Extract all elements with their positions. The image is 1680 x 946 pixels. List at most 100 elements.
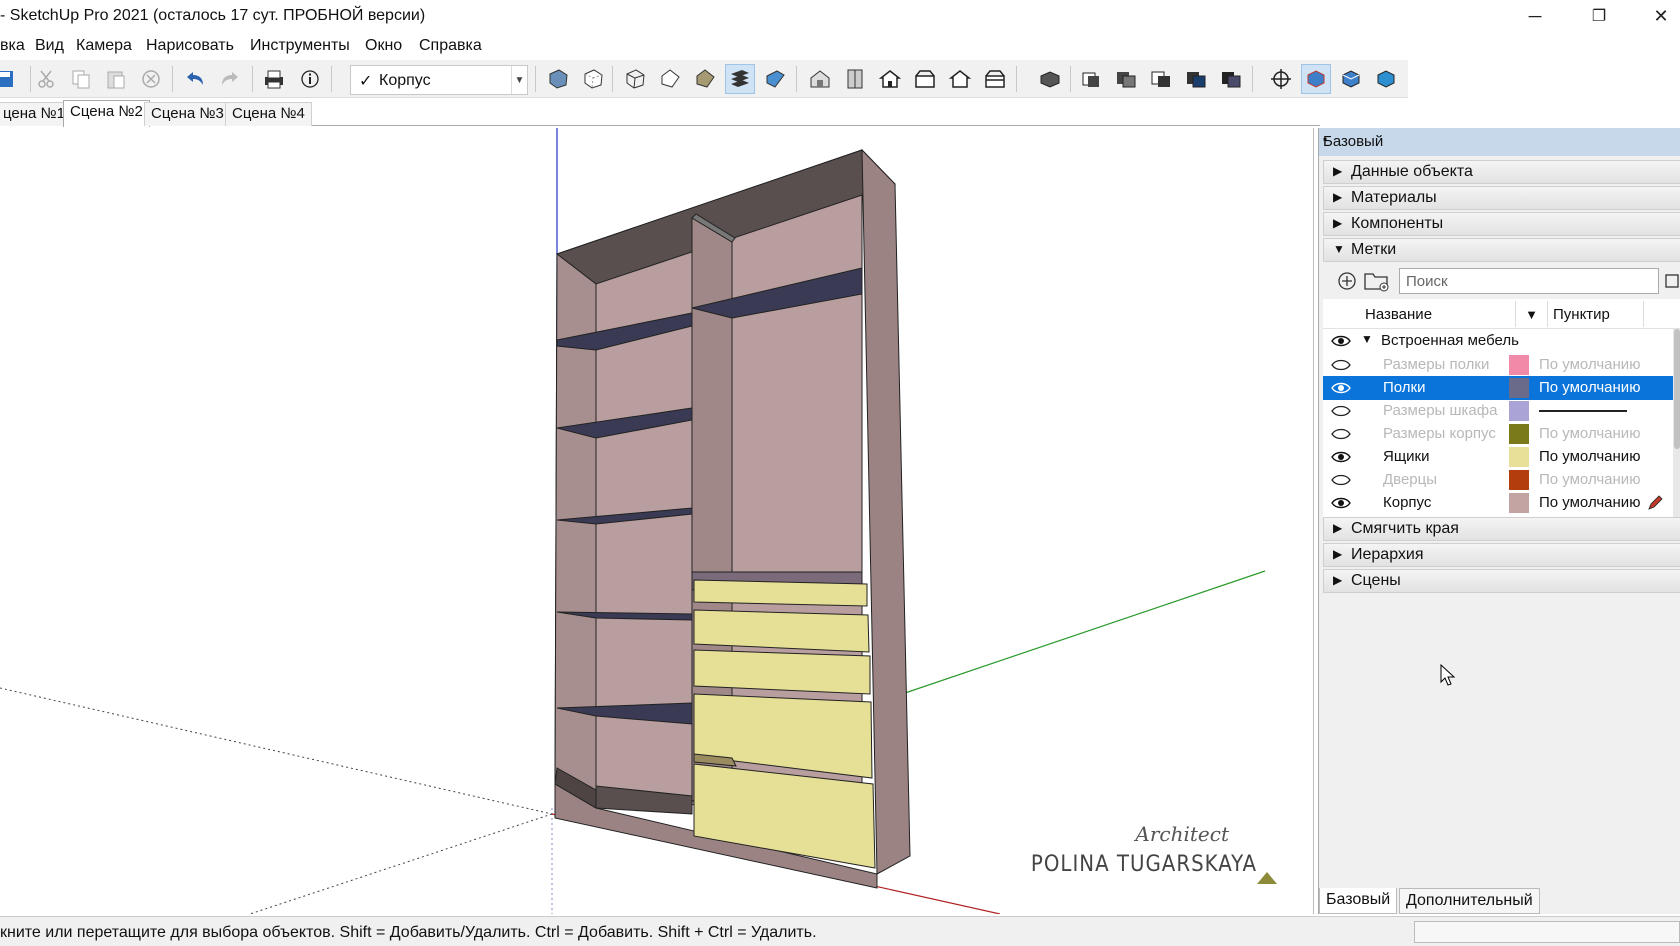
tag-color-swatch[interactable]: [1509, 470, 1529, 490]
erase-icon[interactable]: [136, 64, 166, 94]
tag-row[interactable]: Корпус По умолчанию: [1323, 491, 1673, 515]
eye-open-icon[interactable]: [1331, 448, 1351, 466]
menu-help[interactable]: Справка: [419, 37, 482, 55]
minimize-button[interactable]: ─: [1510, 0, 1560, 32]
left-view-icon[interactable]: [980, 64, 1010, 94]
menu-tools[interactable]: Инструменты: [250, 37, 350, 55]
outer-shell-icon[interactable]: [1076, 64, 1106, 94]
menu-camera[interactable]: Камера: [76, 37, 132, 55]
tab-scene-2[interactable]: Сцена №2: [63, 100, 150, 127]
split-icon[interactable]: [1216, 64, 1246, 94]
wireframe-icon[interactable]: [620, 64, 650, 94]
paste-icon[interactable]: [101, 64, 131, 94]
eye-open-icon[interactable]: [1331, 332, 1351, 350]
tag-dash-value[interactable]: По умолчанию: [1539, 448, 1640, 465]
eye-open-icon[interactable]: [1331, 494, 1351, 512]
tag-color-swatch[interactable]: [1509, 378, 1529, 398]
menu-edit[interactable]: вка: [0, 37, 25, 55]
display-section-fill-icon[interactable]: [1371, 64, 1401, 94]
tag-name[interactable]: Ящики: [1383, 448, 1430, 465]
menu-draw[interactable]: Нарисовать: [146, 37, 234, 55]
model-info-icon[interactable]: [295, 64, 325, 94]
section-components[interactable]: ▶ Компоненты: [1323, 212, 1680, 236]
tag-dash-value[interactable]: По умолчанию: [1539, 494, 1640, 511]
close-button[interactable]: ✕: [1636, 0, 1680, 32]
tag-name[interactable]: Размеры полки: [1383, 356, 1489, 373]
tag-name[interactable]: Дверцы: [1383, 471, 1437, 488]
front-view-icon[interactable]: [875, 64, 905, 94]
cut-icon[interactable]: [31, 64, 61, 94]
union-icon[interactable]: [1035, 64, 1065, 94]
tag-color-swatch[interactable]: [1509, 447, 1529, 467]
right-view-icon[interactable]: [910, 64, 940, 94]
tag-dash-value[interactable]: По умолчанию: [1539, 425, 1640, 442]
xray-icon[interactable]: [543, 64, 573, 94]
tag-row[interactable]: Дверцы По умолчанию: [1323, 468, 1673, 492]
section-entity-info[interactable]: ▶ Данные объекта: [1323, 160, 1680, 184]
tag-name[interactable]: Размеры шкафа: [1383, 402, 1497, 419]
hidden-line-icon[interactable]: [655, 64, 685, 94]
display-section-cuts-icon[interactable]: [1336, 64, 1366, 94]
shaded-textures-icon[interactable]: [725, 64, 755, 94]
back-edges-icon[interactable]: [578, 64, 608, 94]
active-layer-dropdown[interactable]: ✓ Корпус ▼: [350, 65, 528, 95]
iso-view-icon[interactable]: [805, 64, 835, 94]
model-viewport[interactable]: Architect POLINA TUGARSKAYA: [0, 128, 1314, 914]
tag-dash-line[interactable]: [1539, 410, 1627, 412]
display-section-planes-icon[interactable]: [1301, 64, 1331, 94]
tag-row[interactable]: Ящики По умолчанию: [1323, 445, 1673, 469]
pin-icon[interactable]: ▪: [1323, 132, 1677, 146]
chevron-down-icon[interactable]: ▼: [511, 66, 527, 94]
back-view-icon[interactable]: [945, 64, 975, 94]
scrollbar-thumb[interactable]: [1674, 329, 1680, 449]
tag-color-swatch[interactable]: [1509, 424, 1529, 444]
eye-closed-icon[interactable]: [1331, 356, 1351, 374]
column-name-header[interactable]: Название: [1365, 306, 1432, 323]
intersect-icon[interactable]: [1111, 64, 1141, 94]
tab-advanced-tray[interactable]: Дополнительный: [1399, 888, 1540, 914]
tag-row[interactable]: Полки По умолчанию: [1323, 376, 1673, 400]
tag-name[interactable]: Корпус: [1383, 494, 1431, 511]
subtract-icon[interactable]: [1146, 64, 1176, 94]
eye-open-icon[interactable]: [1331, 379, 1351, 397]
tag-row[interactable]: Размеры шкафа: [1323, 399, 1673, 423]
undo-icon[interactable]: [180, 64, 210, 94]
column-dashes-header[interactable]: Пунктир: [1553, 306, 1610, 323]
menu-window[interactable]: Окно: [365, 37, 402, 55]
trim-icon[interactable]: [1181, 64, 1211, 94]
pencil-icon[interactable]: [1647, 495, 1663, 511]
eye-closed-icon[interactable]: [1331, 425, 1351, 443]
tab-scene-1[interactable]: цена №1: [0, 102, 72, 126]
tag-folder-row[interactable]: ▼ Встроенная мебель: [1323, 329, 1673, 353]
section-tags[interactable]: ▼ Метки: [1323, 238, 1680, 262]
tags-scrollbar[interactable]: [1673, 329, 1680, 519]
tab-scene-4[interactable]: Сцена №4: [225, 102, 312, 126]
top-view-icon[interactable]: [840, 64, 870, 94]
tag-row[interactable]: Размеры полки По умолчанию: [1323, 353, 1673, 377]
restore-button[interactable]: ❐: [1574, 0, 1624, 32]
collapse-arrow-icon[interactable]: ▼: [1361, 332, 1373, 346]
redo-icon[interactable]: [215, 64, 245, 94]
section-soften-edges[interactable]: ▶ Смягчить края: [1323, 517, 1680, 541]
tags-search-input[interactable]: Поиск: [1399, 268, 1659, 294]
tag-row[interactable]: Размеры корпус По умолчанию: [1323, 422, 1673, 446]
tab-scene-3[interactable]: Сцена №3: [144, 102, 231, 126]
tag-dash-value[interactable]: По умолчанию: [1539, 471, 1640, 488]
section-outliner[interactable]: ▶ Иерархия: [1323, 543, 1680, 567]
monochrome-icon[interactable]: [760, 64, 790, 94]
tag-color-swatch[interactable]: [1509, 493, 1529, 513]
tag-color-swatch[interactable]: [1509, 401, 1529, 421]
tag-dash-value[interactable]: По умолчанию: [1539, 379, 1640, 396]
tag-name[interactable]: Размеры корпус: [1383, 425, 1496, 442]
eye-closed-icon[interactable]: [1331, 471, 1351, 489]
section-materials[interactable]: ▶ Материалы: [1323, 186, 1680, 210]
copy-icon[interactable]: [66, 64, 96, 94]
print-icon[interactable]: [259, 64, 289, 94]
measurements-box[interactable]: [1414, 921, 1680, 943]
shaded-icon[interactable]: [690, 64, 720, 94]
menu-view[interactable]: Вид: [35, 37, 64, 55]
details-icon[interactable]: [1665, 273, 1679, 289]
tag-dash-value[interactable]: По умолчанию: [1539, 356, 1640, 373]
tab-default-tray[interactable]: Базовый: [1319, 888, 1398, 914]
add-tag-folder-icon[interactable]: [1363, 269, 1391, 293]
